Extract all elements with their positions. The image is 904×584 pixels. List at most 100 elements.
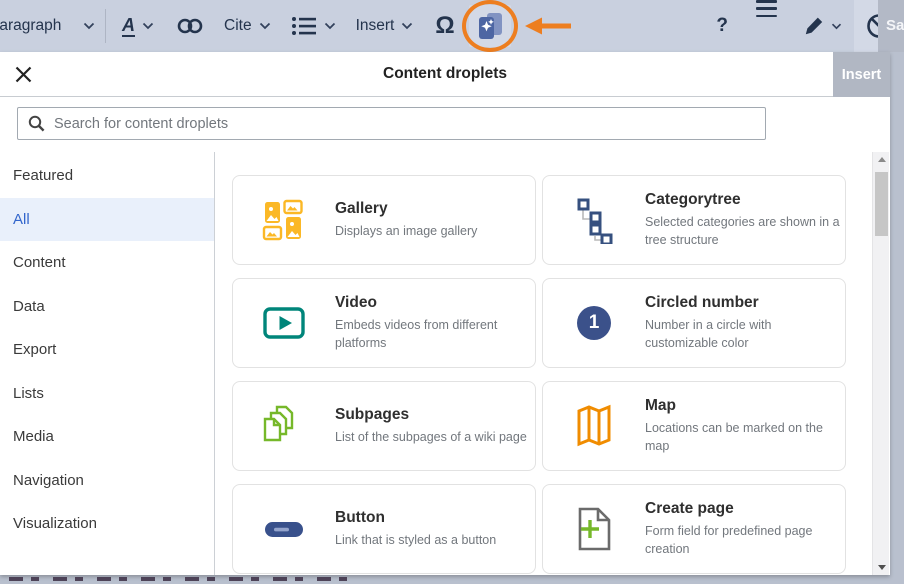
category-item-featured[interactable]: Featured — [0, 154, 214, 198]
droplet-card-button[interactable]: Button Link that is styled as a button — [232, 484, 536, 574]
list-structure-dropdown[interactable] — [287, 0, 340, 52]
category-item-media[interactable]: Media — [0, 415, 214, 459]
dialog-header: Content droplets Insert — [0, 52, 890, 97]
map-icon — [565, 402, 623, 450]
card-description: Number in a circle with customizable col… — [645, 316, 845, 352]
chevron-down-icon — [324, 22, 336, 30]
scroll-up-icon — [878, 157, 886, 162]
droplet-card-gallery[interactable]: Gallery Displays an image gallery — [232, 175, 536, 265]
category-label: Visualization — [13, 515, 97, 532]
category-item-content[interactable]: Content — [0, 241, 214, 285]
card-title: Circled number — [645, 294, 845, 312]
search-box — [17, 107, 766, 140]
bullet-list-icon — [291, 15, 317, 37]
vertical-scrollbar[interactable] — [872, 152, 889, 575]
search-row — [0, 97, 890, 152]
chevron-down-icon — [401, 22, 413, 30]
droplet-card-create-page[interactable]: Create page Form field for predefined pa… — [542, 484, 846, 574]
close-icon — [15, 66, 32, 83]
paragraph-format-label: Paragraph — [0, 17, 76, 35]
card-description: List of the subpages of a wiki page — [335, 428, 535, 446]
toolbar-separator — [105, 9, 106, 43]
editor-toolbar: Paragraph A Cite Insert Ω — [0, 0, 904, 52]
card-title: Button — [335, 509, 535, 527]
category-label: Lists — [13, 385, 44, 402]
category-label: All — [13, 211, 30, 228]
category-item-navigation[interactable]: Navigation — [0, 459, 214, 503]
droplet-card-video[interactable]: Video Embeds videos from different platf… — [232, 278, 536, 368]
content-droplets-dialog: Content droplets Insert Featured All Con… — [0, 52, 890, 575]
chevron-down-icon — [83, 22, 95, 30]
content-droplets-button[interactable] — [469, 5, 511, 47]
menu-icon — [756, 0, 777, 17]
video-icon — [255, 299, 313, 347]
chevron-down-icon — [831, 23, 842, 30]
card-description: Locations can be marked on the map — [645, 419, 845, 455]
content-droplets-icon — [475, 10, 505, 42]
card-title: Gallery — [335, 200, 535, 218]
category-label: Content — [13, 254, 66, 271]
dialog-body: Featured All Content Data Export Lists M… — [0, 152, 890, 575]
chevron-down-icon — [259, 22, 271, 30]
clipped-background-text — [9, 577, 359, 581]
category-label: Data — [13, 298, 45, 315]
text-style-dropdown[interactable]: A — [118, 0, 158, 52]
card-title: Video — [335, 294, 535, 312]
card-description: Link that is styled as a button — [335, 531, 535, 549]
circled-number-icon: 1 — [565, 299, 623, 347]
gallery-icon — [255, 197, 313, 243]
card-title: Create page — [645, 500, 845, 518]
category-item-lists[interactable]: Lists — [0, 372, 214, 416]
cards-area: Gallery Displays an image gallery Catego… — [215, 152, 890, 575]
category-label: Export — [13, 341, 56, 358]
chevron-down-icon — [142, 22, 154, 30]
save-button[interactable]: Save — [878, 0, 904, 52]
text-style-icon: A — [122, 16, 135, 37]
scrollbar-thumb[interactable] — [875, 172, 888, 236]
card-description: Displays an image gallery — [335, 222, 535, 240]
card-title: Subpages — [335, 406, 535, 424]
button-icon — [255, 505, 313, 553]
insert-label: Insert — [356, 17, 395, 35]
page-options-menu-button[interactable] — [742, 0, 791, 52]
create-page-icon — [565, 505, 623, 553]
scroll-up-button[interactable] — [873, 152, 890, 167]
droplet-card-categorytree[interactable]: Categorytree Selected categories are sho… — [542, 175, 846, 265]
help-icon: ? — [716, 15, 728, 37]
card-description: Selected categories are shown in a tree … — [645, 213, 845, 249]
categorytree-icon — [565, 196, 623, 244]
category-item-all[interactable]: All — [0, 198, 214, 242]
content-droplets-toolbar-group — [469, 5, 511, 47]
subpages-icon — [255, 401, 313, 451]
close-dialog-button[interactable] — [0, 52, 46, 97]
card-title: Categorytree — [645, 191, 845, 209]
droplet-card-subpages[interactable]: Subpages List of the subpages of a wiki … — [232, 381, 536, 471]
dialog-insert-button[interactable]: Insert — [833, 52, 890, 97]
search-input[interactable] — [54, 108, 765, 139]
scroll-down-icon — [878, 565, 886, 570]
link-button[interactable] — [172, 0, 208, 52]
category-label: Navigation — [13, 472, 84, 489]
droplet-card-map[interactable]: Map Locations can be marked on the map — [542, 381, 846, 471]
insert-dropdown[interactable]: Insert — [352, 0, 418, 52]
editing-mode-dropdown[interactable] — [791, 0, 854, 52]
special-character-button[interactable]: Ω — [431, 0, 458, 52]
cite-label: Cite — [224, 17, 252, 35]
card-title: Map — [645, 397, 845, 415]
category-item-visualization[interactable]: Visualization — [0, 502, 214, 546]
scroll-down-button[interactable] — [873, 560, 890, 575]
category-item-data[interactable]: Data — [0, 285, 214, 329]
help-button[interactable]: ? — [702, 0, 742, 52]
special-character-icon: Ω — [435, 12, 454, 40]
card-description: Embeds videos from different platforms — [335, 316, 535, 352]
cite-dropdown[interactable]: Cite — [220, 0, 275, 52]
category-label: Media — [13, 428, 54, 445]
category-item-export[interactable]: Export — [0, 328, 214, 372]
link-icon — [176, 16, 204, 36]
search-icon — [28, 115, 45, 132]
dialog-title: Content droplets — [0, 65, 890, 83]
edit-pencil-icon — [803, 15, 825, 37]
droplet-card-circled-number[interactable]: 1 Circled number Number in a circle with… — [542, 278, 846, 368]
toolbar-right-group: ? — [702, 0, 904, 52]
paragraph-format-dropdown[interactable]: Paragraph — [0, 0, 99, 52]
